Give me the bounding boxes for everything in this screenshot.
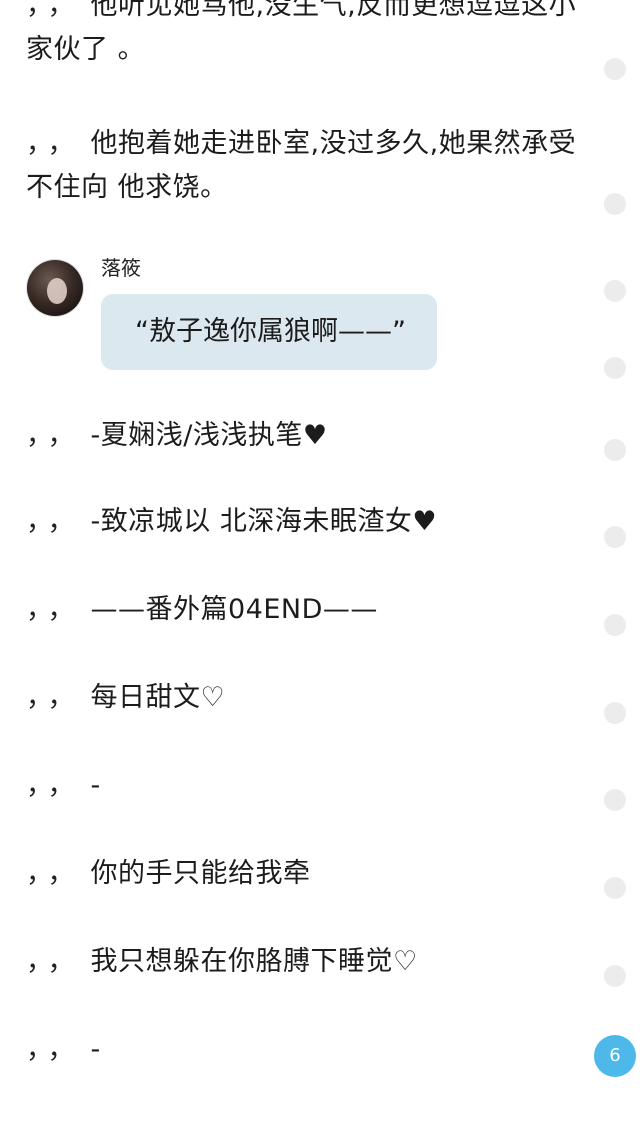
line-text: 每日甜文♡: [90, 682, 226, 713]
comment-count: 6: [609, 1045, 621, 1066]
line-prefix: ，，: [26, 594, 83, 625]
line-prefix: ，，: [26, 128, 83, 159]
line-prefix: ，，: [26, 506, 83, 537]
text-line: ，， -夏娴浅/浅浅执笔♥: [26, 414, 586, 458]
line-prefix: ，，: [26, 1034, 83, 1065]
circle-dot-icon[interactable]: [604, 965, 626, 987]
circle-dot-icon[interactable]: [604, 280, 626, 302]
line-text: -夏娴浅/浅浅执笔♥: [90, 420, 328, 451]
line-text: -: [90, 770, 101, 801]
text-line: ，， 我只想躲在你胳膊下睡觉♡: [26, 940, 586, 984]
circle-dot-icon[interactable]: [604, 789, 626, 811]
circle-dot-icon[interactable]: [604, 877, 626, 899]
line-text: 你的手只能给我牵: [90, 858, 311, 889]
paragraph-text: 他听见她骂他,没生气,反而更想逗逗这小家伙了 。: [26, 0, 577, 65]
text-line: ，， -: [26, 764, 586, 808]
circle-dot-icon[interactable]: [604, 614, 626, 636]
text-line: ，， 你的手只能给我牵: [26, 852, 586, 896]
line-text: ——番外篇04END——: [90, 594, 378, 625]
story-paragraph: ，， 他听见她骂他,没生气,反而更想逗逗这小家伙了 。: [26, 0, 586, 72]
line-prefix: ，，: [26, 682, 83, 713]
text-line: ，， ——番外篇04END——: [26, 588, 586, 632]
line-prefix: ，，: [26, 858, 83, 889]
circle-dot-icon[interactable]: [604, 193, 626, 215]
line-prefix: ，，: [26, 946, 83, 977]
paragraph-text: 他抱着她走进卧室,没过多久,她果然承受不住向 他求饶。: [26, 128, 577, 203]
text-line: ，， -: [26, 1028, 586, 1072]
story-paragraph: ，， 他抱着她走进卧室,没过多久,她果然承受不住向 他求饶。: [26, 122, 586, 210]
line-prefix: ，，: [26, 420, 83, 451]
circle-dot-icon[interactable]: [604, 58, 626, 80]
comment-count-button[interactable]: 6: [594, 1035, 636, 1077]
avatar[interactable]: [27, 260, 83, 316]
line-prefix: ，，: [26, 0, 83, 21]
circle-dot-icon[interactable]: [604, 439, 626, 461]
line-text: -: [90, 1034, 101, 1065]
text-line: ，， -致凉城以 北深海未眠渣女♥: [26, 500, 586, 544]
text-line: ，， 每日甜文♡: [26, 676, 586, 720]
circle-dot-icon[interactable]: [604, 357, 626, 379]
avatar-face: [47, 278, 67, 304]
circle-dot-icon[interactable]: [604, 702, 626, 724]
line-text: 我只想躲在你胳膊下睡觉♡: [90, 946, 418, 977]
message-bubble: “敖子逸你属狼啊——”: [101, 294, 437, 370]
circle-dot-icon[interactable]: [604, 526, 626, 548]
line-prefix: ，，: [26, 770, 83, 801]
speaker-name: 落筱: [101, 256, 141, 280]
line-text: -致凉城以 北深海未眠渣女♥: [90, 506, 438, 537]
